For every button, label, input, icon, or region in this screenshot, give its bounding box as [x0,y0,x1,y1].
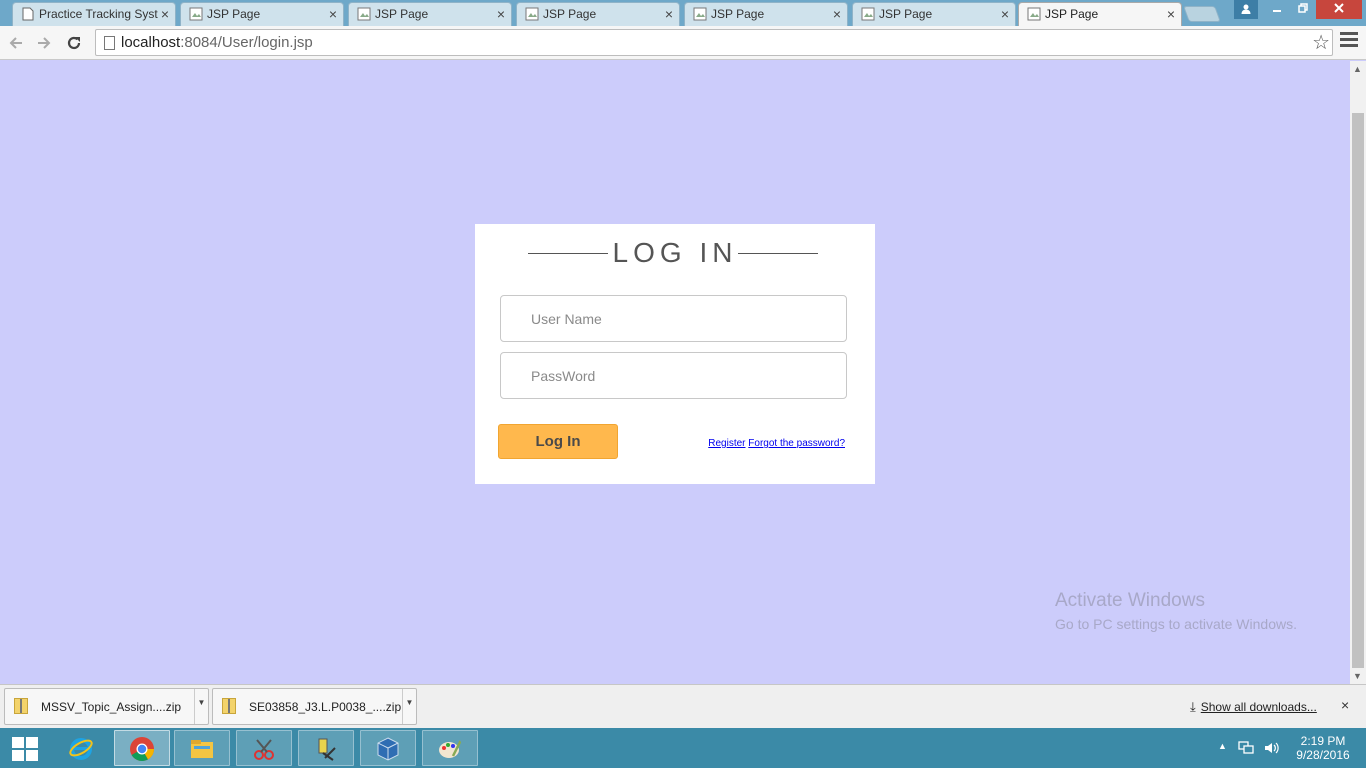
url-path: :8084/User/login.jsp [180,34,313,51]
download-item[interactable]: MSSV_Topic_Assign....zip ▼ [4,688,209,725]
tab-title: Practice Tracking Syst [39,7,158,21]
vertical-scrollbar[interactable]: ▲ ▼ [1350,61,1366,684]
bookmark-star-icon[interactable]: ☆ [1312,30,1330,55]
zip-file-icon [14,698,28,714]
remote-tool-icon[interactable] [298,730,354,766]
register-link[interactable]: Register [708,438,745,449]
minimize-icon[interactable] [1264,0,1290,19]
tab-title: JSP Page [375,7,429,21]
zip-file-icon [222,698,236,714]
tab-jsp-page[interactable]: JSP Page × [180,2,344,26]
watermark-title: Activate Windows [1055,590,1205,611]
tab-jsp-page[interactable]: JSP Page × [684,2,848,26]
broken-image-icon [1027,7,1041,21]
clock-date: 9/28/2016 [1296,748,1350,762]
close-icon[interactable]: × [833,3,841,25]
url-host: localhost [121,34,181,51]
close-icon[interactable]: × [329,3,337,25]
login-card: LOG IN Log In Register Forgot the passwo… [475,224,875,484]
show-all-downloads[interactable]: ⤓ Show all downloads... [1190,699,1317,715]
tab-title: JSP Page [543,7,597,21]
close-icon[interactable]: × [161,3,169,25]
download-arrow-icon: ⤓ [1190,699,1196,714]
broken-image-icon [693,7,707,21]
forgot-password-link[interactable]: Forgot the password? [748,438,845,449]
scrollbar-thumb[interactable] [1352,113,1364,668]
broken-image-icon [861,7,875,21]
document-icon [22,7,34,21]
broken-image-icon [189,7,203,21]
back-arrow-icon[interactable] [4,31,28,55]
watermark-subtitle: Go to PC settings to activate Windows. [1055,616,1297,632]
volume-icon[interactable] [1264,741,1280,758]
download-filename: MSSV_Topic_Assign....zip [41,700,182,714]
clock-time: 2:19 PM [1300,734,1346,748]
password-input[interactable] [500,352,847,399]
address-url: localhost:8084/User/login.jsp [121,34,313,51]
tab-jsp-page[interactable]: JSP Page × [852,2,1016,26]
windows-taskbar: ▲ 2:19 PM 9/28/2016 [0,728,1366,768]
file-explorer-icon[interactable] [174,730,230,766]
tab-jsp-page[interactable]: JSP Page × [348,2,512,26]
tab-title: JSP Page [1045,7,1099,21]
close-icon[interactable]: × [665,3,673,25]
username-input[interactable] [500,295,847,342]
paint-icon[interactable] [422,730,478,766]
close-icon[interactable]: × [1167,3,1175,25]
page-icon [104,36,115,50]
scroll-down-icon[interactable]: ▼ [1353,671,1362,681]
tab-title: JSP Page [879,7,933,21]
tab-title: JSP Page [711,7,765,21]
download-filename: SE03858_J3.L.P0038_....zip [249,700,402,714]
download-shelf: MSSV_Topic_Assign....zip ▼ SE03858_J3.L.… [0,684,1366,728]
broken-image-icon [525,7,539,21]
browser-toolbar: localhost:8084/User/login.jsp ☆ [0,26,1366,60]
forward-arrow-icon[interactable] [32,31,56,55]
new-tab-button[interactable] [1183,6,1221,22]
reload-icon[interactable] [62,31,86,55]
window-close-icon[interactable] [1316,0,1362,19]
chevron-down-icon[interactable]: ▼ [402,689,416,724]
restore-icon[interactable] [1290,0,1316,19]
scroll-up-icon[interactable]: ▲ [1353,64,1362,74]
internet-explorer-icon[interactable] [54,730,110,766]
tab-practice-tracking[interactable]: Practice Tracking Syst × [12,2,176,26]
tab-jsp-page-active[interactable]: JSP Page × [1018,2,1182,26]
login-button[interactable]: Log In [498,424,618,459]
title-divider-right [738,253,818,254]
auth-links: Register Forgot the password? [708,438,845,449]
hamburger-menu-icon[interactable] [1340,32,1358,52]
close-icon[interactable]: × [497,3,505,25]
network-icon[interactable] [1238,741,1254,758]
show-all-downloads-link[interactable]: Show all downloads... [1201,700,1317,714]
tab-title: JSP Page [207,7,261,21]
chevron-up-icon[interactable]: ▲ [1218,741,1227,751]
windows-start-icon[interactable] [12,737,38,761]
activate-windows-watermark: Activate Windows Go to PC settings to ac… [1055,590,1297,632]
user-profile-icon[interactable] [1234,0,1258,19]
snipping-tool-icon[interactable] [236,730,292,766]
tab-strip: Practice Tracking Syst × JSP Page × JSP … [0,0,1366,26]
download-item[interactable]: SE03858_J3.L.P0038_....zip ▼ [212,688,417,725]
broken-image-icon [357,7,371,21]
chevron-down-icon[interactable]: ▼ [194,689,208,724]
virtualbox-icon[interactable] [360,730,416,766]
chrome-icon[interactable] [114,730,170,766]
tab-jsp-page[interactable]: JSP Page × [516,2,680,26]
close-icon[interactable]: × [1001,3,1009,25]
system-clock[interactable]: 2:19 PM 9/28/2016 [1290,734,1356,762]
close-icon[interactable]: × [1341,697,1349,713]
address-bar[interactable]: localhost:8084/User/login.jsp ☆ [95,29,1333,56]
